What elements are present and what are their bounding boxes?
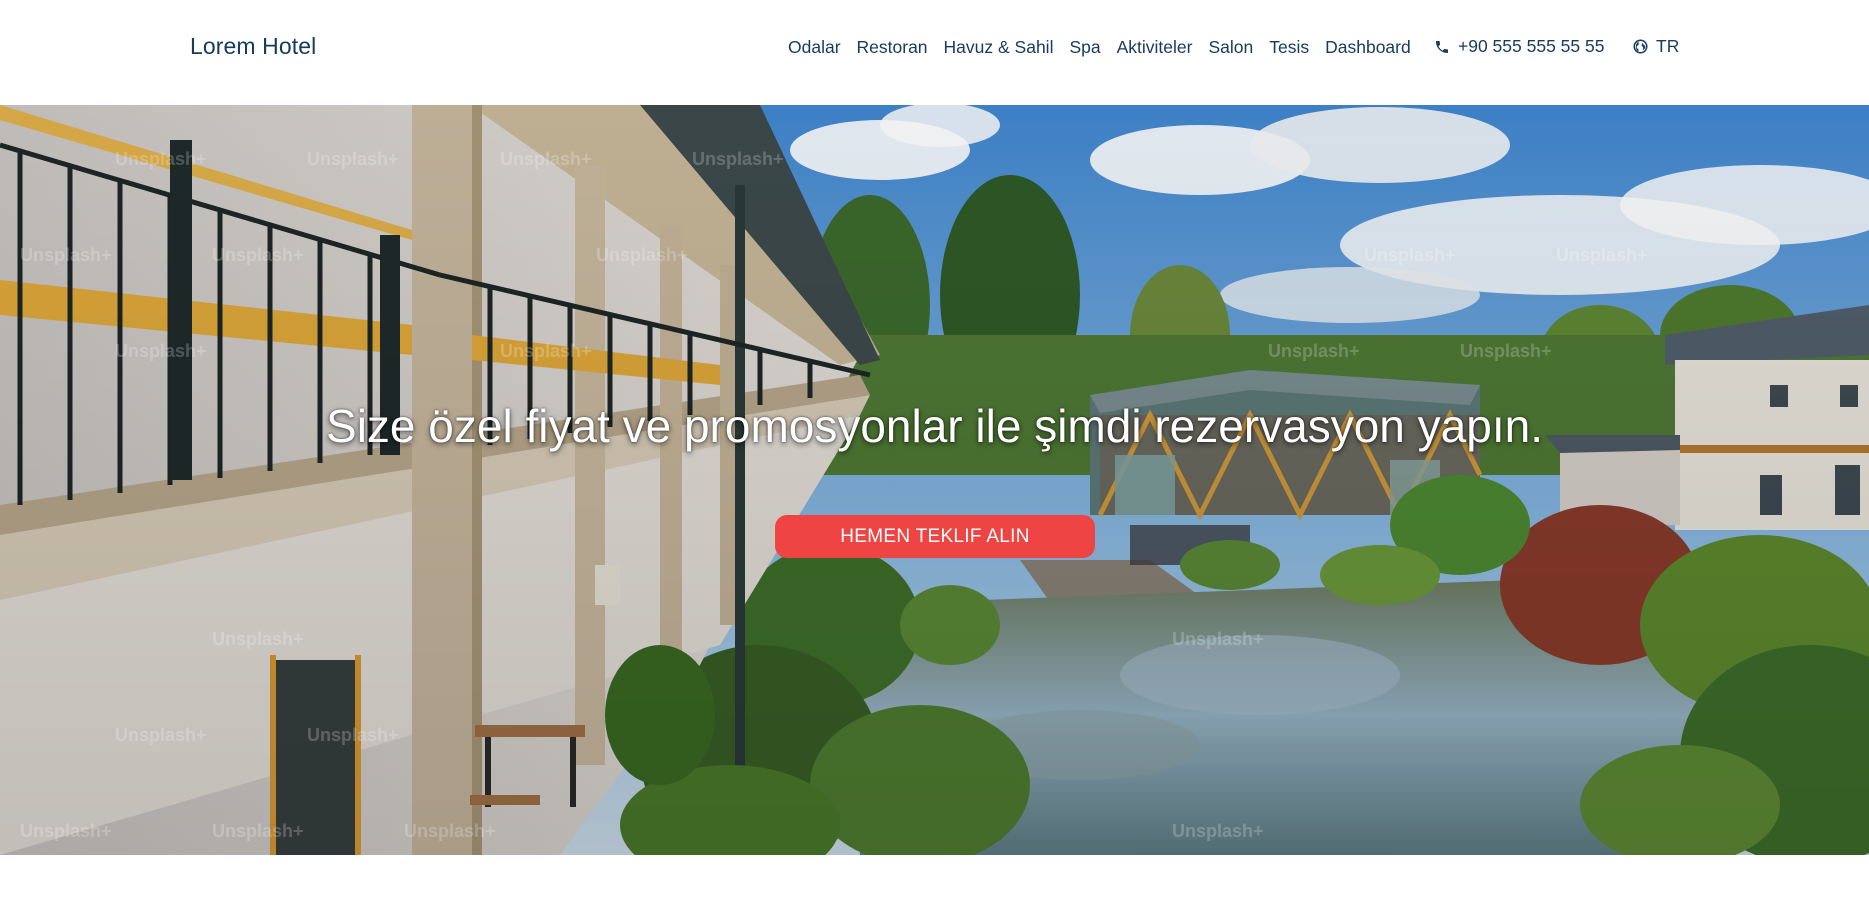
watermark-text: Unsplash+ [307,149,399,169]
watermark-text: Unsplash+ [500,341,592,361]
hero-title: Size özel fiyat ve promosyonlar ile şimd… [326,400,1543,452]
site-header: Lorem Hotel Odalar Restoran Havuz & Sahi… [0,0,1869,105]
hero-banner: Unsplash+ Unsplash+ Unsplash+ Unsplash+ … [0,105,1869,855]
watermark-text: Unsplash+ [1364,245,1456,265]
watermark-text: Unsplash+ [404,821,496,841]
main-nav: Odalar Restoran Havuz & Sahil Spa Aktivi… [788,37,1411,58]
nav-item-spa[interactable]: Spa [1069,37,1100,58]
watermark-text: Unsplash+ [20,821,112,841]
get-offer-button[interactable]: HEMEN TEKLIF ALIN [775,515,1095,558]
nav-item-dashboard[interactable]: Dashboard [1325,37,1411,58]
nav-item-aktiviteler[interactable]: Aktiviteler [1117,37,1193,58]
phone-number: +90 555 555 55 55 [1458,36,1605,56]
watermark-text: Unsplash+ [596,245,688,265]
nav-item-odalar[interactable]: Odalar [788,37,841,58]
phone-icon [1434,39,1450,55]
watermark-text: Unsplash+ [20,245,112,265]
brand-logo[interactable]: Lorem Hotel [190,33,316,60]
watermark-text: Unsplash+ [1172,821,1264,841]
watermark-text: Unsplash+ [1556,245,1648,265]
nav-item-salon[interactable]: Salon [1208,37,1253,58]
watermark-text: Unsplash+ [1172,629,1264,649]
hero-image: Unsplash+ Unsplash+ Unsplash+ Unsplash+ … [0,105,1869,855]
watermark-text: Unsplash+ [500,149,592,169]
watermark-text: Unsplash+ [692,149,784,169]
nav-item-restoran[interactable]: Restoran [857,37,928,58]
nav-item-tesis[interactable]: Tesis [1269,37,1309,58]
watermark-text: Unsplash+ [1268,341,1360,361]
watermark-text: Unsplash+ [212,245,304,265]
watermark-text: Unsplash+ [212,821,304,841]
watermark-text: Unsplash+ [115,149,207,169]
watermark-text: Unsplash+ [115,725,207,745]
language-code: TR [1656,36,1680,56]
page-content-start [0,855,1869,908]
phone-link[interactable]: +90 555 555 55 55 [1434,36,1604,57]
watermark-text: Unsplash+ [115,341,207,361]
globe-icon [1633,39,1648,54]
watermark-text: Unsplash+ [1460,341,1552,361]
nav-item-havuz-sahil[interactable]: Havuz & Sahil [944,37,1054,58]
language-selector[interactable]: TR [1633,36,1679,57]
watermark-text: Unsplash+ [307,725,399,745]
watermark-text: Unsplash+ [212,629,304,649]
